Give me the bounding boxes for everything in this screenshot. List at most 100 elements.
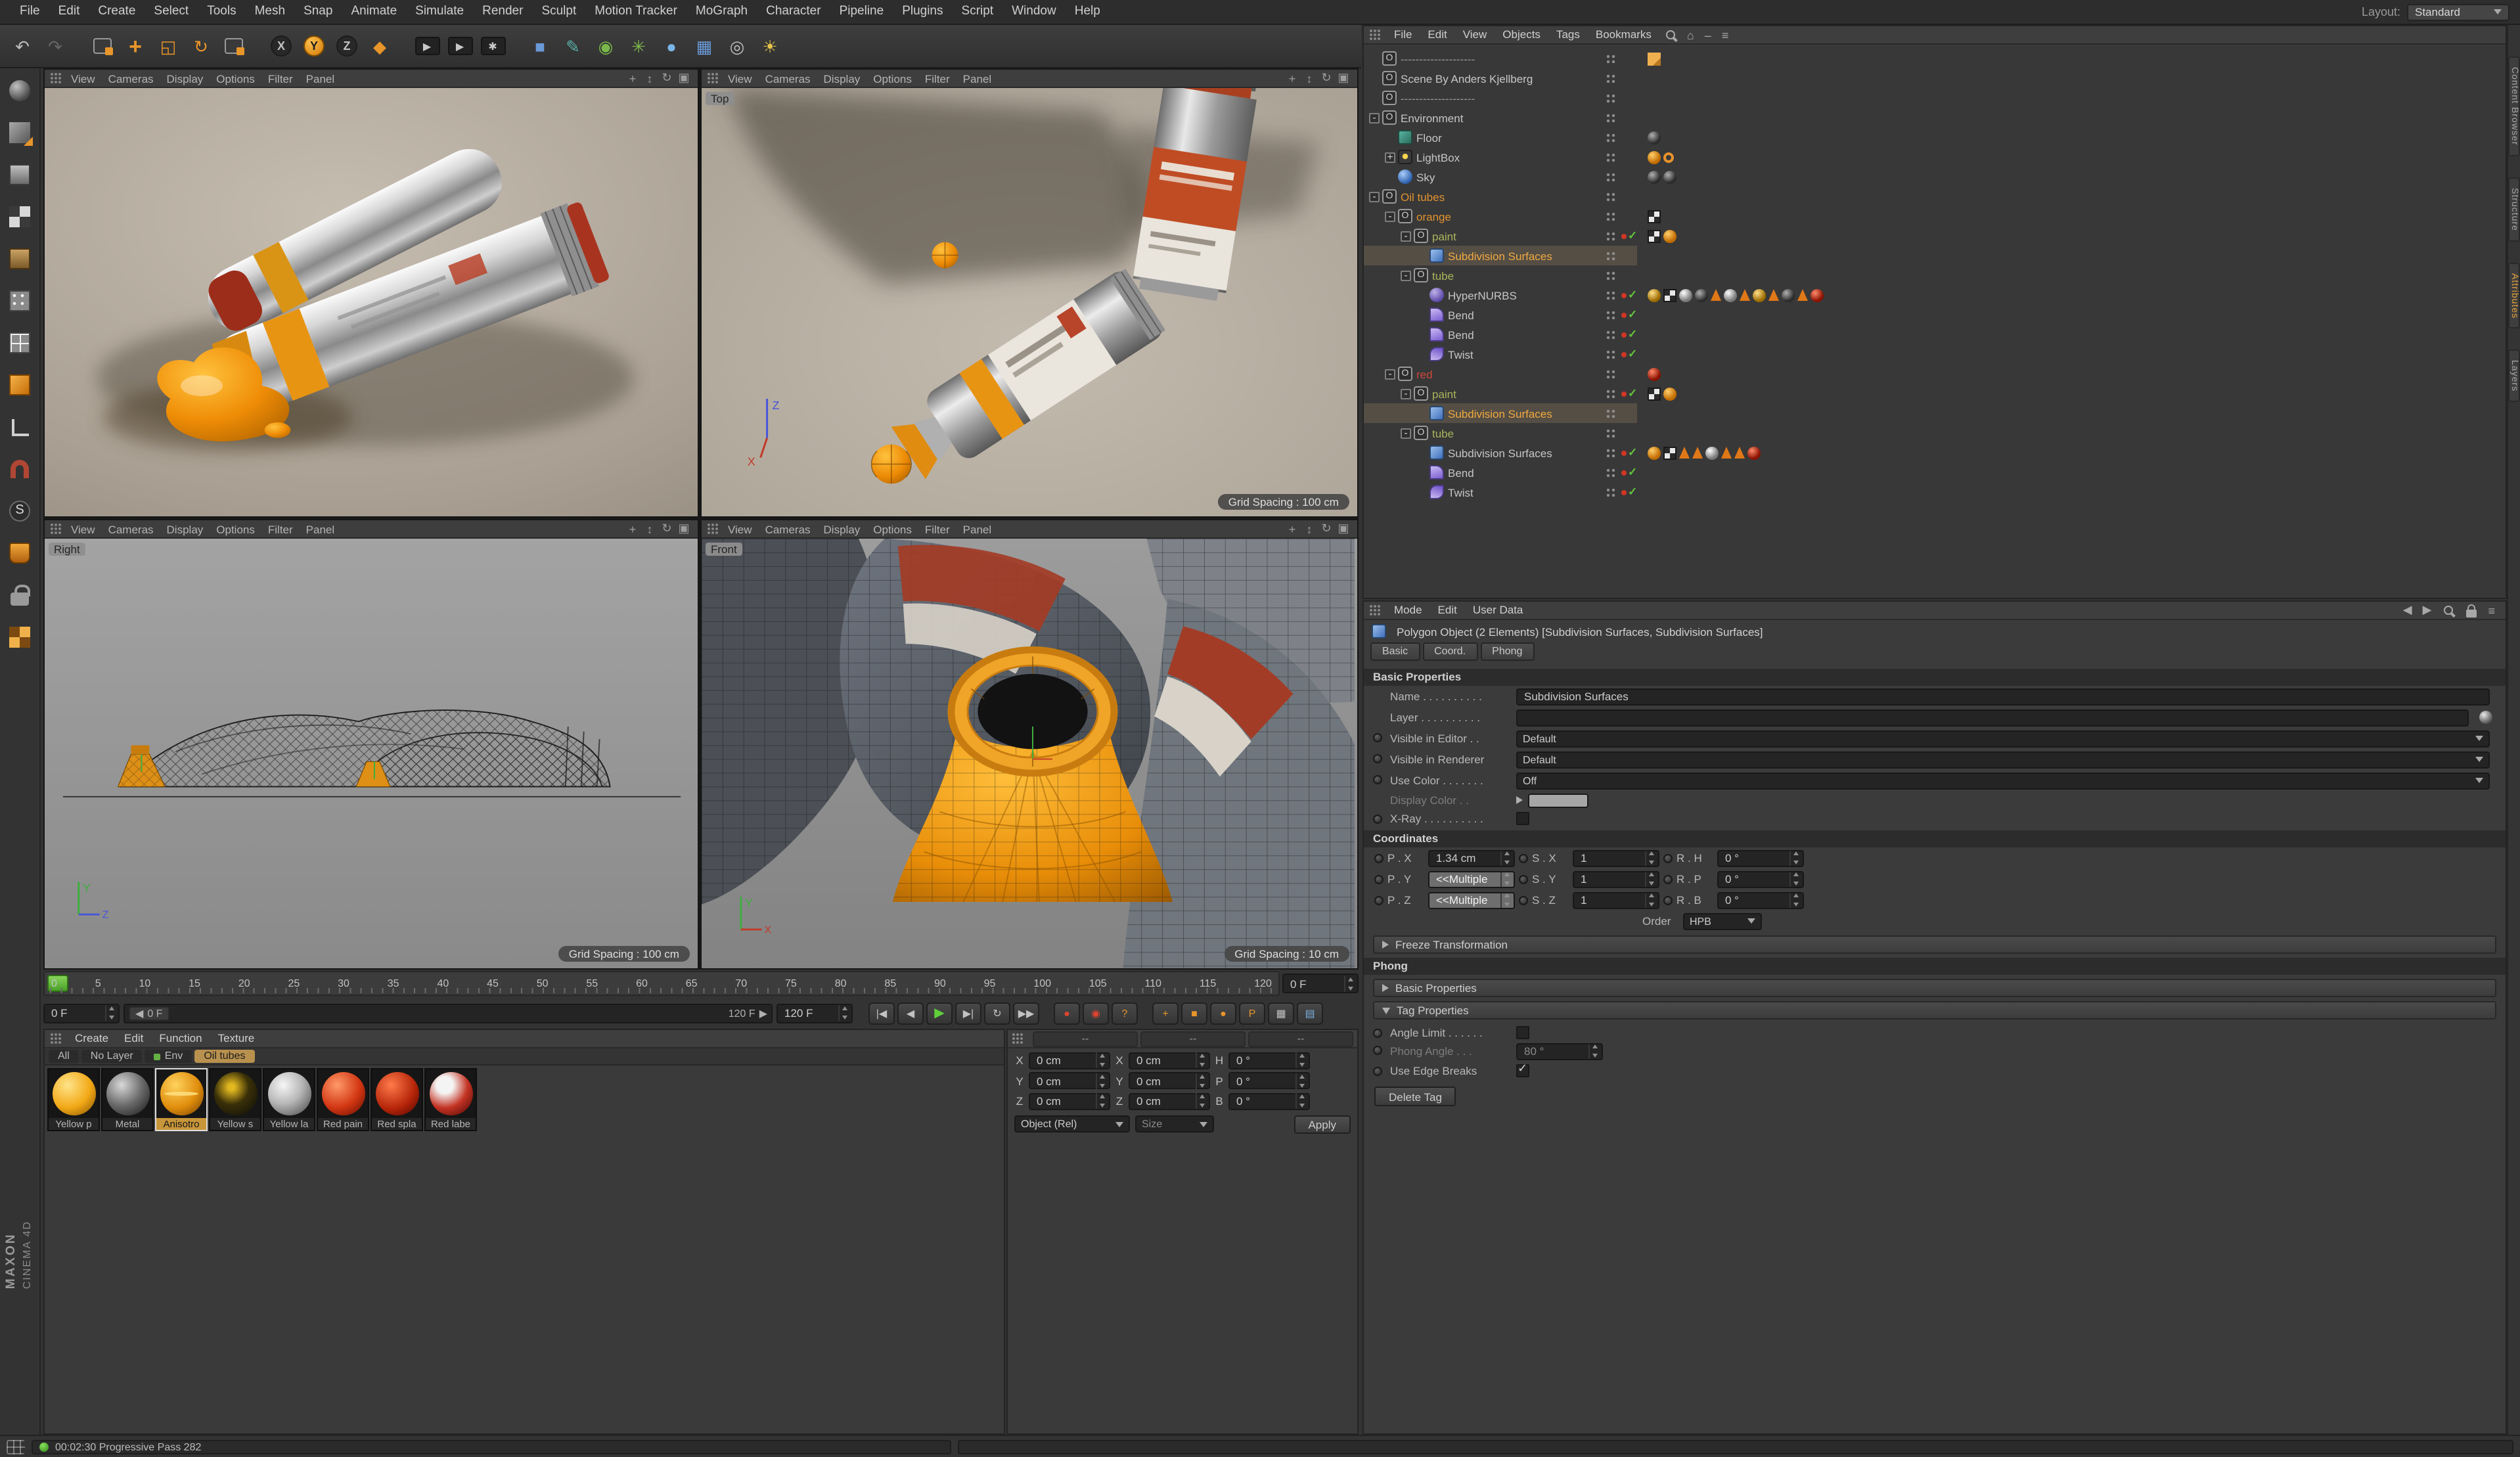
menu-item[interactable]: Mesh [246, 0, 294, 24]
visibility-dots[interactable] [1606, 133, 1616, 143]
tag-icon[interactable] [1705, 446, 1719, 459]
tag-icon[interactable] [1724, 288, 1737, 302]
rotate-view-icon[interactable]: ↻ [658, 71, 675, 85]
object-row[interactable]: Subdivision Surfaces [1364, 403, 2506, 423]
attribute-menu-item[interactable]: Edit [1430, 602, 1465, 619]
workplane-mode-button[interactable] [5, 244, 34, 273]
viewport-menu-item[interactable]: Options [210, 522, 261, 535]
visibility-dots[interactable] [1606, 428, 1616, 439]
perspective-canvas[interactable] [45, 88, 698, 516]
keyframe-dot-icon[interactable] [1373, 1029, 1382, 1038]
spinner-icon[interactable] [1295, 1093, 1306, 1109]
expand-toggle[interactable]: - [1369, 191, 1380, 202]
object-menu-item[interactable]: Edit [1420, 26, 1454, 43]
viewport-menu-item[interactable]: Filter [261, 522, 300, 535]
spinner-icon[interactable] [838, 1005, 849, 1021]
coordinate-system-button[interactable]: ◆ [364, 30, 395, 62]
viewport-menu-item[interactable]: Filter [918, 72, 956, 85]
texture-lock-button[interactable] [5, 581, 34, 610]
spinner-icon[interactable] [1344, 975, 1355, 991]
goto-end-button[interactable]: ▶▶ [1013, 1002, 1039, 1024]
autokeying-button[interactable]: ◉ [1083, 1002, 1109, 1024]
points-mode-button[interactable] [5, 286, 34, 315]
group-freeze-transformation[interactable]: Freeze Transformation [1373, 935, 2496, 954]
tag-icon[interactable] [1648, 367, 1661, 380]
group-tag-properties[interactable]: Tag Properties [1373, 1001, 2496, 1020]
material-swatch[interactable]: Anisotro [155, 1068, 208, 1131]
menu-item[interactable]: Create [89, 0, 145, 24]
dock-tab[interactable]: Layers [2508, 349, 2520, 403]
keyframe-dot-icon[interactable] [1663, 853, 1673, 863]
object-menu-item[interactable]: View [1455, 26, 1495, 43]
enabled-state-icon[interactable] [1621, 384, 1637, 403]
visibility-dots[interactable] [1606, 468, 1616, 478]
viewport-menu-item[interactable]: Panel [300, 72, 342, 85]
viewport-menu-item[interactable]: Display [160, 72, 210, 85]
texture-mode-button[interactable] [5, 202, 34, 231]
object-row[interactable]: - tube [1364, 265, 2506, 285]
visible-editor-select[interactable]: Default [1516, 730, 2490, 747]
object-row[interactable]: Floor [1364, 127, 2506, 147]
tag-icon[interactable] [1663, 229, 1676, 242]
rotate-tool[interactable]: ↻ [185, 30, 217, 62]
rotate-view-icon[interactable]: ↻ [658, 522, 675, 536]
spinner-icon[interactable] [1096, 1052, 1106, 1068]
object-name[interactable]: Twist [1448, 485, 1474, 499]
keyframe-dot-icon[interactable] [1663, 874, 1673, 884]
expand-toggle[interactable]: + [1385, 151, 1395, 162]
scale-tool[interactable]: ◱ [152, 30, 184, 62]
menu-item[interactable]: Snap [294, 0, 342, 24]
object-row[interactable]: - Oil tubes [1364, 187, 2506, 206]
phong-angle-field[interactable]: 80 ° [1516, 1042, 1603, 1060]
menu-item[interactable]: Character [757, 0, 830, 24]
material-swatch[interactable]: Metal [101, 1068, 154, 1131]
lock-y-axis-button[interactable]: Y [298, 30, 330, 62]
record-rotation-button[interactable]: ● [1210, 1002, 1236, 1024]
angle-limit-checkbox[interactable] [1516, 1025, 1529, 1039]
spinner-icon[interactable] [1295, 1052, 1306, 1068]
tag-icon[interactable] [1747, 446, 1761, 459]
object-name[interactable]: red [1416, 367, 1433, 380]
visibility-dots[interactable] [1606, 349, 1616, 360]
layer-field[interactable] [1516, 709, 2469, 726]
timeline-ruler[interactable]: 0 5 10 15 20 25 30 35 40 45 50 55 60 65 70 75 80 85 90 95 10… [43, 971, 1280, 996]
layer-browser-icon[interactable] [2479, 711, 2492, 724]
menu-item[interactable]: Edit [49, 0, 89, 24]
sz-field[interactable]: 1 [1573, 891, 1659, 908]
visibility-dots[interactable] [1606, 271, 1616, 281]
object-menu-item[interactable]: Tags [1548, 26, 1588, 43]
tag-icon[interactable] [1797, 289, 1808, 301]
snap-settings-button[interactable] [5, 497, 34, 526]
menu-item[interactable]: Help [1066, 0, 1110, 24]
object-name[interactable]: HyperNURBS [1448, 288, 1517, 302]
keyframe-dot-icon[interactable] [1374, 874, 1384, 884]
object-name[interactable]: LightBox [1416, 150, 1460, 164]
visibility-dots[interactable] [1606, 487, 1616, 498]
keyframe-dot-icon[interactable] [1519, 853, 1528, 863]
pan-view-icon[interactable]: + [1284, 72, 1301, 85]
tag-icon[interactable] [1663, 387, 1676, 400]
expand-toggle[interactable]: - [1401, 230, 1411, 241]
visibility-dots[interactable] [1606, 54, 1616, 64]
visibility-dots[interactable] [1606, 152, 1616, 163]
enabled-state-icon[interactable] [1621, 305, 1637, 325]
attribute-tab[interactable]: Coord. [1422, 642, 1478, 661]
object-name[interactable]: Sky [1416, 170, 1435, 183]
play-button[interactable]: ▶ [926, 1002, 953, 1024]
dock-tab[interactable]: Content Browser [2508, 56, 2520, 156]
viewport-menu-item[interactable]: Display [817, 72, 867, 85]
zoom-view-icon[interactable]: ↕ [641, 72, 658, 85]
object-name[interactable]: Bend [1448, 328, 1474, 341]
object-row[interactable]: - paint [1364, 226, 2506, 246]
edges-mode-button[interactable] [5, 328, 34, 357]
live-selection-tool[interactable] [87, 30, 118, 62]
tag-icon[interactable] [1811, 288, 1824, 302]
panel-grip[interactable] [50, 1033, 62, 1044]
grid-icon[interactable] [7, 1439, 25, 1454]
menu-icon[interactable]: ≡ [2483, 604, 2500, 617]
position-field[interactable]: 0 cm [1029, 1092, 1110, 1110]
keyframe-selection-button[interactable]: ▦ [1268, 1002, 1294, 1024]
spinner-icon[interactable] [1789, 893, 1800, 907]
viewport-menu-item[interactable]: Display [160, 522, 210, 535]
model-mode-button[interactable] [5, 160, 34, 189]
